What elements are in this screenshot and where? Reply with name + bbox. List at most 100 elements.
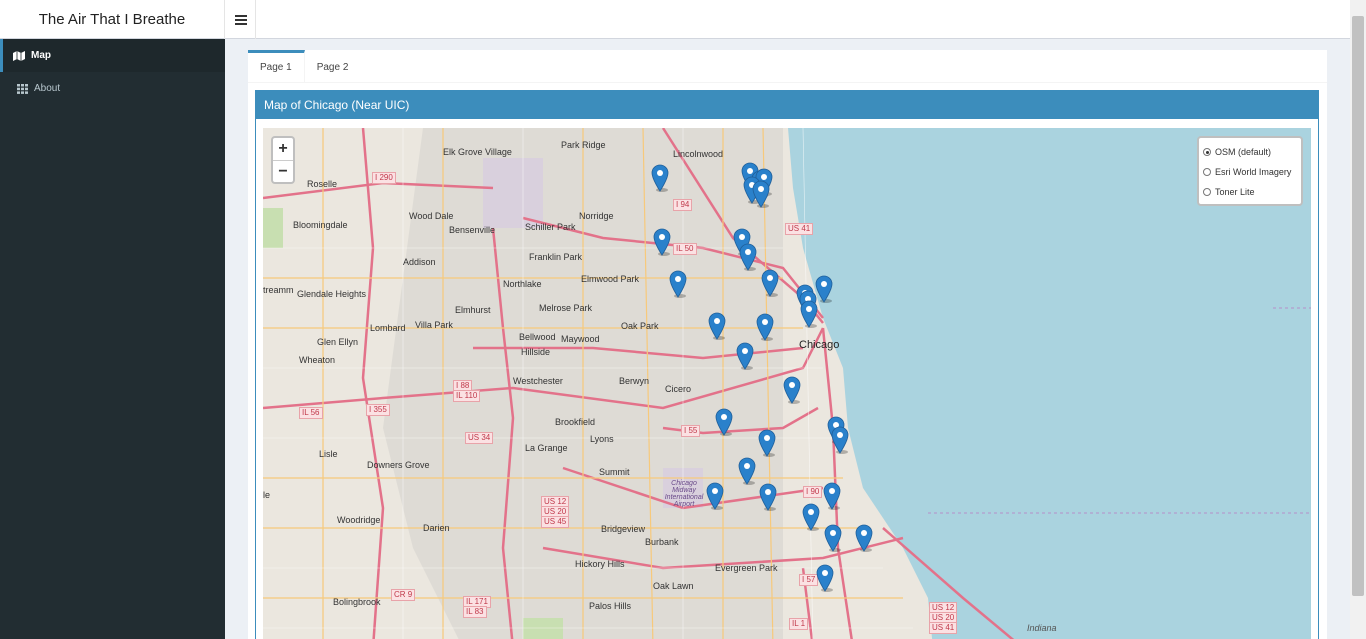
place-label: Wheaton: [299, 355, 336, 365]
highway-shield: I 90: [803, 486, 823, 498]
map-marker[interactable]: [653, 228, 671, 256]
place-label: Brookfield: [555, 417, 596, 427]
place-label: Bolingbrook: [333, 597, 381, 607]
map-marker[interactable]: [736, 342, 754, 370]
place-label: Lisle: [319, 449, 338, 459]
radio-button[interactable]: [1203, 168, 1211, 176]
place-label: Glen Ellyn: [317, 337, 359, 347]
place-label: Indiana: [1027, 623, 1057, 633]
map-marker[interactable]: [816, 564, 834, 592]
map-marker[interactable]: [738, 457, 756, 485]
map-marker[interactable]: [706, 482, 724, 510]
place-label: Schiller Park: [525, 222, 576, 232]
highway-shield: I 55: [681, 425, 701, 437]
place-label: Downers Grove: [367, 460, 430, 470]
sidebar-item-map[interactable]: Map: [0, 39, 225, 72]
place-label: Westchester: [513, 376, 563, 386]
place-label: Hillside: [521, 347, 551, 357]
layer-option-esri[interactable]: Esri World Imagery: [1203, 162, 1297, 182]
leaflet-map[interactable]: Park Ridge Lincolnwood Elk Grove Village…: [263, 128, 1311, 639]
map-marker[interactable]: [855, 524, 873, 552]
place-label: Bridgeview: [601, 524, 646, 534]
layer-option-toner[interactable]: Toner Lite: [1203, 182, 1297, 202]
map-marker[interactable]: [802, 503, 820, 531]
map-marker[interactable]: [708, 312, 726, 340]
sidebar-item-label: Map: [31, 50, 51, 61]
place-label: Evergreen Park: [715, 563, 778, 573]
tab-page-1[interactable]: Page 1: [248, 50, 305, 82]
place-label: Elmwood Park: [581, 274, 640, 284]
highway-shield: I 290: [372, 172, 396, 184]
layer-option-osm[interactable]: OSM (default): [1203, 142, 1297, 162]
highway-shield: IL 1: [789, 618, 809, 630]
map-marker[interactable]: [824, 524, 842, 552]
layer-option-label: Toner Lite: [1215, 187, 1255, 197]
panel-title: Map of Chicago (Near UIC): [256, 91, 1318, 119]
layer-option-label: Esri World Imagery: [1215, 167, 1292, 177]
highway-shield: US 41: [929, 622, 958, 634]
highway-shield: I 355: [366, 404, 390, 416]
place-label: Darien: [423, 523, 450, 533]
place-label: Wood Dale: [409, 211, 454, 221]
tab-bar: Page 1 Page 2: [248, 50, 1327, 83]
map-marker[interactable]: [823, 482, 841, 510]
place-label: Park Ridge: [561, 140, 606, 150]
highway-shield: IL 56: [299, 407, 323, 419]
place-label: Berwyn: [619, 376, 650, 386]
highway-shield: I 94: [673, 199, 693, 211]
highway-shield: IL 83: [463, 606, 487, 618]
map-marker[interactable]: [739, 243, 757, 271]
highway-shield: US 45: [541, 516, 570, 528]
map-marker[interactable]: [715, 408, 733, 436]
place-label: Roselle: [307, 179, 338, 189]
map-marker[interactable]: [783, 376, 801, 404]
layer-option-label: OSM (default): [1215, 147, 1272, 157]
highway-shield: IL 50: [673, 243, 697, 255]
radio-button[interactable]: [1203, 188, 1211, 196]
map-marker[interactable]: [815, 275, 833, 303]
highway-shield: US 34: [465, 432, 494, 444]
place-label: Melrose Park: [539, 303, 593, 313]
highway-shield: IL 110: [453, 390, 481, 402]
place-label: Glendale Heights: [297, 289, 367, 299]
page-scrollbar[interactable]: [1350, 0, 1366, 639]
main-content: Page 1 Page 2 Map of Chicago (Near UIC): [225, 40, 1350, 639]
tab-page-2[interactable]: Page 2: [305, 50, 361, 82]
map-marker[interactable]: [759, 483, 777, 511]
radio-button[interactable]: [1203, 148, 1211, 156]
place-label: le: [263, 490, 271, 500]
scrollbar-thumb[interactable]: [1352, 16, 1364, 596]
place-label: Bloomingdale: [293, 220, 348, 230]
place-label: Cicero: [665, 384, 692, 394]
map-marker[interactable]: [752, 180, 770, 208]
place-label: Bensenville: [449, 225, 496, 235]
place-label: treamm: [263, 285, 294, 295]
map-marker[interactable]: [831, 426, 849, 454]
map-marker[interactable]: [800, 300, 818, 328]
place-label: Lincolnwood: [673, 149, 724, 159]
map-marker[interactable]: [761, 269, 779, 297]
place-label-chicago: Chicago: [799, 339, 840, 351]
highway-shield: US 41: [785, 223, 814, 235]
place-label: Addison: [403, 257, 436, 267]
map-marker[interactable]: [651, 164, 669, 192]
sidebar-item-about[interactable]: About: [0, 72, 225, 105]
place-label: Hickory Hills: [575, 559, 625, 569]
app-title: The Air That I Breathe: [0, 0, 225, 39]
layers-control: OSM (default) Esri World Imagery Toner L…: [1197, 136, 1303, 206]
place-label: Oak Park: [621, 321, 659, 331]
map-marker[interactable]: [669, 270, 687, 298]
highway-shield: CR 9: [391, 589, 416, 601]
place-label: Oak Lawn: [653, 581, 694, 591]
map-marker[interactable]: [758, 429, 776, 457]
map-marker[interactable]: [756, 313, 774, 341]
place-label: Villa Park: [415, 320, 453, 330]
zoom-out-button[interactable]: −: [273, 160, 293, 182]
zoom-in-button[interactable]: +: [273, 138, 293, 160]
hamburger-icon[interactable]: [226, 0, 256, 39]
place-label: Bellwood: [519, 332, 556, 342]
tabset: Page 1 Page 2 Map of Chicago (Near UIC): [248, 50, 1327, 639]
place-label: Elk Grove Village: [443, 147, 512, 157]
place-label-airport: Chicago Midway International Airport: [664, 480, 704, 508]
place-label: Northlake: [503, 279, 542, 289]
